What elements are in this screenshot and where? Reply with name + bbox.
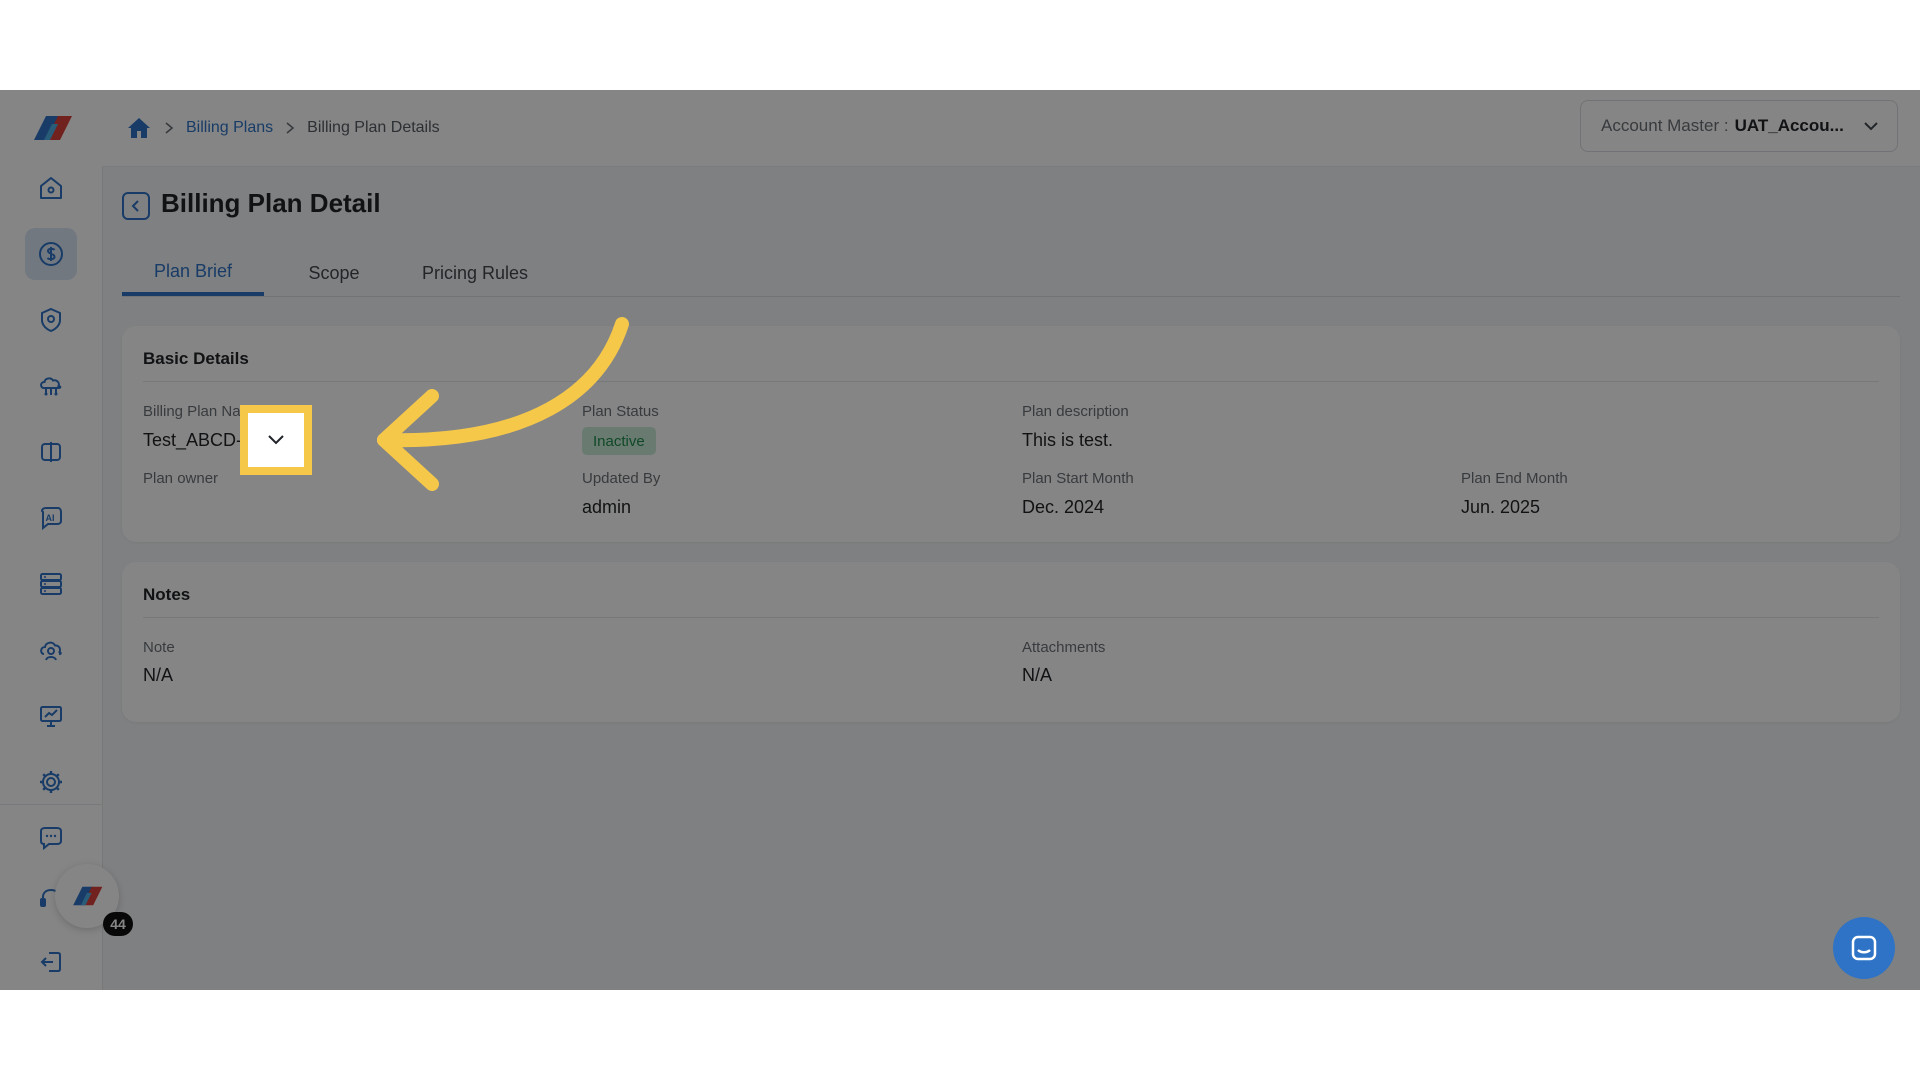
page-title: Billing Plan Detail	[161, 188, 381, 218]
chevron-right-icon	[286, 122, 295, 134]
plan-end-month-value: Jun. 2025	[1461, 497, 1541, 517]
sidebar-item-compare[interactable]	[25, 426, 77, 478]
sidebar-item-cloud-user[interactable]	[25, 624, 77, 676]
account-master-value: UAT_Accou...	[1734, 116, 1844, 135]
sidebar-item-messages[interactable]	[25, 812, 77, 864]
sidebar-item-ai[interactable]: AI	[25, 492, 77, 544]
note-value: N/A	[143, 665, 174, 685]
logout-icon	[40, 952, 61, 972]
sidebar-item-cloud-network[interactable]	[25, 360, 77, 412]
back-button[interactable]	[122, 192, 150, 220]
account-master-select[interactable]: Account Master : UAT_Accou...	[1580, 100, 1898, 152]
billing-plan-name-value: Test_ABCD-1	[143, 430, 253, 450]
sidebar-divider	[0, 804, 102, 805]
sidebar-item-security[interactable]	[25, 294, 77, 346]
sidebar-item-billing[interactable]	[25, 228, 77, 280]
notes-title: Notes	[143, 585, 191, 604]
brand-logo-icon	[73, 886, 103, 906]
tutorial-arrow-icon	[377, 317, 629, 491]
attachments-label: Attachments	[1022, 639, 1106, 656]
cloud-network-icon	[40, 377, 62, 396]
dollar-icon	[39, 242, 63, 266]
sidebar-item-logout[interactable]	[25, 936, 77, 988]
tab-scope[interactable]: Scope	[284, 250, 384, 296]
attachments-value: N/A	[1022, 665, 1053, 685]
plan-end-month-label: Plan End Month	[1461, 470, 1568, 487]
shield-location-icon	[41, 307, 61, 333]
sidebar-item-reports[interactable]	[25, 690, 77, 742]
breadcrumb: Billing Plans Billing Plan Details	[126, 114, 440, 142]
chevron-left-icon	[131, 200, 139, 212]
gear-icon	[40, 771, 62, 793]
home-icon	[40, 177, 62, 199]
sidebar-item-servers[interactable]	[25, 558, 77, 610]
breadcrumb-billing-plans[interactable]: Billing Plans	[186, 119, 273, 137]
breadcrumb-current: Billing Plan Details	[307, 119, 440, 136]
chat-widget-button[interactable]	[1833, 917, 1895, 979]
sidebar: AI	[0, 90, 102, 990]
notes-card: Notes Note N/A Attachments N/A	[122, 562, 1900, 722]
note-label: Note	[143, 639, 175, 656]
message-icon	[40, 827, 62, 851]
svg-text:AI: AI	[46, 513, 55, 523]
cloud-user-icon	[40, 641, 62, 661]
basic-details-title: Basic Details	[143, 349, 249, 368]
app-frame: AI Billing Plans Billing Plan Details Ac…	[0, 90, 1920, 990]
sidebar-item-settings[interactable]	[25, 756, 77, 808]
plan-owner-label: Plan owner	[143, 470, 219, 487]
top-bar: Billing Plans Billing Plan Details Accou…	[102, 90, 1920, 167]
tab-pricing-rules[interactable]: Pricing Rules	[400, 250, 550, 296]
notification-badge: 44	[103, 912, 133, 936]
tab-bar: Plan Brief Scope Pricing Rules	[122, 250, 1900, 297]
plan-start-month-value: Dec. 2024	[1022, 497, 1105, 517]
chevron-down-icon	[1864, 122, 1878, 131]
card-divider	[143, 617, 1879, 618]
sidebar-item-home[interactable]	[25, 162, 77, 214]
home-icon[interactable]	[126, 116, 152, 140]
compare-icon	[41, 442, 61, 462]
account-master-label: Account Master :	[1601, 116, 1729, 135]
plan-name-dropdown-button[interactable]	[240, 405, 312, 475]
brand-logo-icon[interactable]	[26, 110, 78, 146]
chevron-right-icon	[165, 122, 174, 134]
plan-description-label: Plan description	[1022, 403, 1129, 420]
chat-icon	[1851, 935, 1877, 961]
tab-plan-brief[interactable]: Plan Brief	[122, 250, 264, 296]
chevron-down-icon	[268, 435, 284, 445]
server-icon	[40, 573, 62, 595]
plan-start-month-label: Plan Start Month	[1022, 470, 1134, 487]
presentation-chart-icon	[40, 706, 62, 727]
ai-chat-icon: AI	[40, 507, 62, 531]
plan-description-value: This is test.	[1022, 430, 1114, 450]
